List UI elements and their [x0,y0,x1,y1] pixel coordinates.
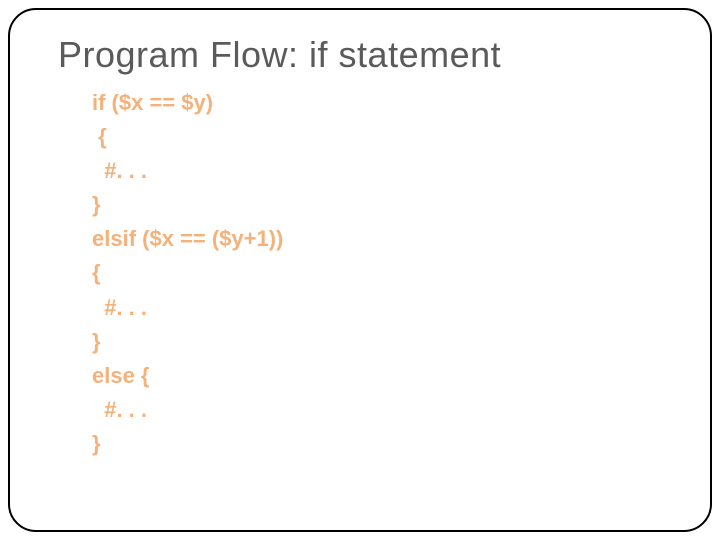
code-block: if ($x == $y) { #. . . } elsif ($x == ($… [92,86,670,461]
code-line: { [92,256,670,290]
code-line: #. . . [92,393,670,427]
code-line: #. . . [92,291,670,325]
slide-frame: Program Flow: if statement if ($x == $y)… [8,8,712,532]
code-line: } [92,188,670,222]
code-line: } [92,427,670,461]
code-line: if ($x == $y) [92,86,670,120]
code-line: } [92,325,670,359]
slide-title: Program Flow: if statement [58,34,670,76]
code-line: elsif ($x == ($y+1)) [92,222,670,256]
code-line: { [92,120,670,154]
code-line: #. . . [92,154,670,188]
code-line: else { [92,359,670,393]
